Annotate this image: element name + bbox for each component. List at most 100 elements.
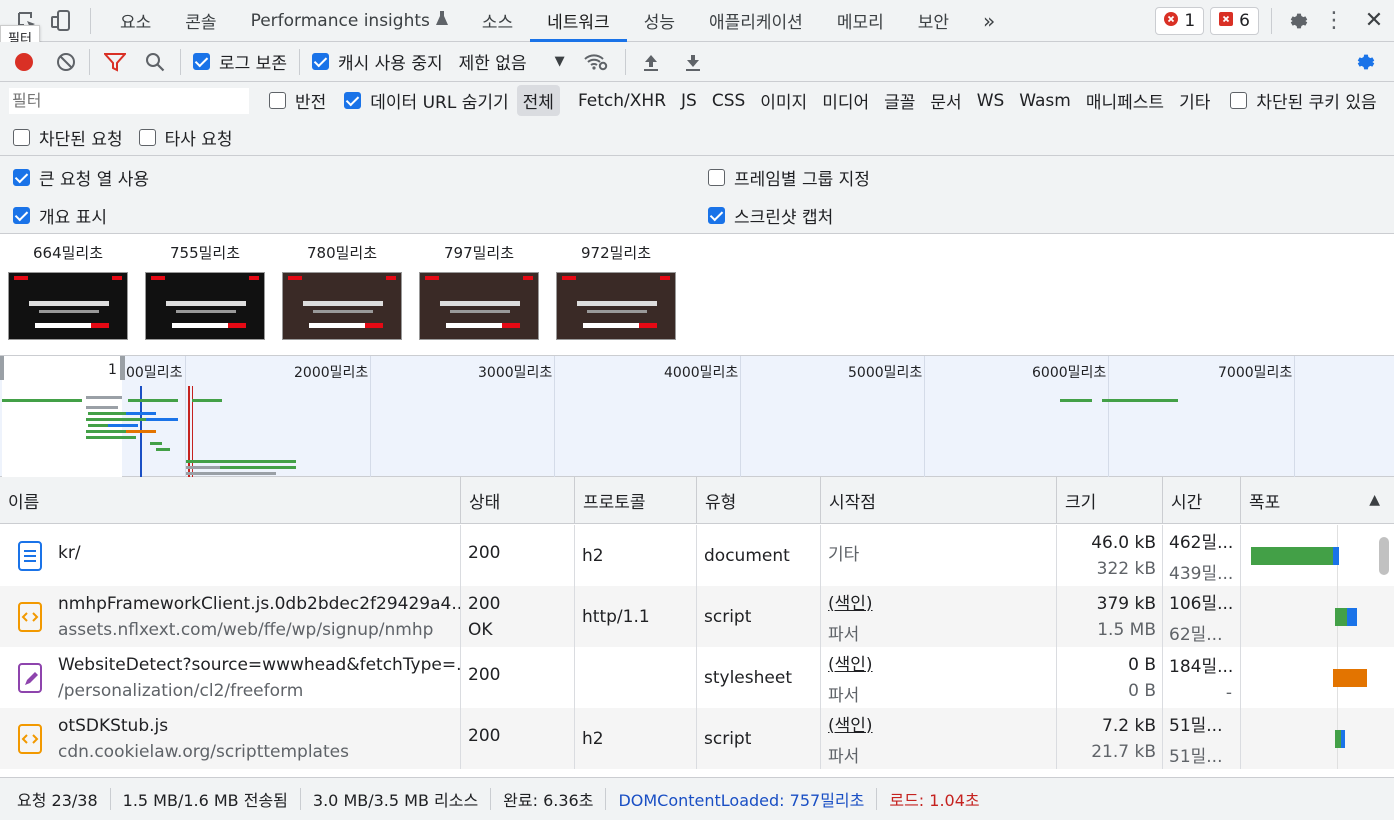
overview-tick: 1 [108, 362, 117, 378]
waterfall-bar-track [1241, 647, 1393, 708]
tab-performance[interactable]: 성능 [627, 0, 692, 42]
overview-selection-window[interactable] [2, 356, 122, 477]
tab-application[interactable]: 애플리케이션 [692, 0, 820, 42]
settings-gear-icon[interactable] [1284, 10, 1314, 32]
show-overview-checkbox[interactable] [13, 207, 30, 224]
initiator-link[interactable]: (색인) [828, 711, 1056, 736]
issue-flag-icon [1219, 11, 1234, 31]
filter-input[interactable] [9, 87, 249, 114]
column-header-size[interactable]: 크기 [1057, 476, 1163, 524]
show-overview-label: 개요 표시 [39, 208, 107, 228]
column-header-time[interactable]: 시간 [1163, 476, 1241, 524]
cell-protocol: h2 [575, 525, 697, 586]
search-icon[interactable] [142, 52, 168, 72]
third-party-checkbox[interactable] [138, 129, 156, 146]
device-toolbar-icon[interactable] [44, 9, 78, 33]
resource-size: 1.5 MB [1097, 619, 1156, 640]
tab-sources[interactable]: 소스 [465, 0, 530, 42]
network-conditions-icon[interactable] [579, 52, 613, 72]
table-row[interactable]: nmhpFrameworkClient.js.0db2bdec2f29429a4… [0, 586, 1394, 647]
close-icon[interactable]: ✕ [1354, 8, 1394, 33]
column-header-type[interactable]: 유형 [697, 476, 821, 524]
column-header-status[interactable]: 상태 [461, 476, 575, 524]
group-by-frame-checkbox[interactable] [708, 169, 725, 186]
overview-request-bar [88, 412, 126, 415]
overview-request-bar [220, 466, 296, 469]
hide-data-urls-checkbox[interactable] [344, 92, 362, 109]
latency-time: 62밀... [1169, 624, 1223, 645]
filter-funnel-icon[interactable] [102, 52, 128, 72]
filter-type-ws[interactable]: WS [971, 88, 1011, 114]
request-name: otSDKStub.js [58, 715, 169, 736]
filmstrip-frame[interactable]: 797밀리초 [419, 242, 539, 340]
tab-memory[interactable]: 메모리 [820, 0, 901, 42]
hide-data-urls-label: 데이터 URL 숨기기 [370, 93, 509, 113]
frame-thumbnail [8, 272, 128, 340]
sort-ascending-icon: ▲ [1369, 492, 1380, 508]
clear-icon[interactable] [55, 51, 77, 73]
column-header-protocol[interactable]: 프로토콜 [575, 476, 697, 524]
filter-type-img[interactable]: 이미지 [754, 85, 813, 116]
filmstrip-frame[interactable]: 780밀리초 [282, 242, 402, 340]
waterfall-bar-track [1241, 586, 1393, 647]
tab-security[interactable]: 보안 [901, 0, 966, 42]
network-settings-gear-icon[interactable] [1351, 51, 1381, 73]
type-value: script [704, 606, 752, 627]
overview-tick: 4000밀리초 [664, 365, 739, 381]
filter-type-wasm[interactable]: Wasm [1013, 88, 1077, 114]
filter-type-css[interactable]: CSS [706, 88, 751, 114]
third-party-label: 타사 요청 [164, 130, 233, 150]
filter-type-other[interactable]: 기타 [1173, 85, 1216, 116]
invert-checkbox[interactable] [269, 92, 286, 109]
overview-request-bar [88, 424, 108, 427]
cell-time: 106밀... 62밀... [1163, 586, 1241, 647]
export-har-download-icon[interactable] [680, 52, 706, 72]
filmstrip-frame[interactable]: 972밀리초 [556, 242, 676, 340]
disable-cache-checkbox[interactable] [311, 53, 329, 70]
import-har-upload-icon[interactable] [638, 52, 664, 72]
cell-initiator: (색인) 파서 [821, 708, 1057, 769]
filter-type-fetch-xhr[interactable]: Fetch/XHR [572, 88, 672, 114]
blocked-cookies-checkbox[interactable] [1230, 92, 1248, 109]
column-header-name[interactable]: 이름 [0, 476, 461, 524]
tab-network[interactable]: 네트워크 [530, 0, 627, 42]
tab-elements[interactable]: 요소 [103, 0, 168, 42]
tab-console[interactable]: 콘솔 [168, 0, 233, 42]
filmstrip-frame[interactable]: 755밀리초 [145, 242, 265, 340]
overview-request-bar [186, 466, 222, 469]
initiator-link[interactable]: 기타 [828, 540, 1056, 565]
filter-type-media[interactable]: 미디어 [816, 85, 875, 116]
blocked-requests-checkbox[interactable] [13, 129, 30, 146]
tab-performance-insights[interactable]: Performance insights [234, 0, 465, 42]
table-row[interactable]: otSDKStub.js cdn.cookielaw.org/scripttem… [0, 708, 1394, 769]
grid-line [370, 356, 371, 477]
record-stop-icon[interactable] [13, 52, 35, 72]
error-count-badge[interactable]: 1 [1155, 6, 1205, 35]
column-header-initiator[interactable]: 시작점 [821, 476, 1057, 524]
table-row[interactable]: WebsiteDetect?source=wwwhead&fetchType=.… [0, 647, 1394, 708]
filter-type-font[interactable]: 글꼴 [878, 85, 921, 116]
issues-count-badge[interactable]: 6 [1210, 6, 1259, 35]
filter-type-js[interactable]: JS [675, 88, 703, 114]
cell-size: 7.2 kB 21.7 kB [1057, 708, 1163, 769]
table-scrollbar[interactable] [1379, 537, 1389, 575]
more-options-icon[interactable]: ⋮ [1314, 8, 1354, 33]
initiator-link[interactable]: (색인) [828, 650, 1056, 675]
initiator-link[interactable]: (색인) [828, 589, 1056, 614]
capture-screenshots-checkbox[interactable] [708, 207, 725, 224]
filmstrip-frame[interactable]: 664밀리초 [8, 242, 128, 340]
throttling-select[interactable]: 제한 없음 ▼ [459, 49, 565, 74]
filter-type-doc[interactable]: 문서 [924, 85, 967, 116]
network-overview-timeline[interactable]: 1 00밀리초 2000밀리초 3000밀리초 4000밀리초 5000밀리초 … [0, 356, 1394, 477]
selection-handle-left[interactable] [0, 356, 4, 380]
filter-type-all[interactable]: 전체 [516, 85, 560, 116]
more-tabs-chevron-icon[interactable]: » [966, 0, 1012, 42]
table-row[interactable]: kr/ 200 h2 document 기타 46.0 kB 322 kB 46… [0, 525, 1394, 586]
filter-type-manifest[interactable]: 매니페스트 [1080, 85, 1170, 116]
column-header-waterfall[interactable]: 폭포 ▲ [1241, 477, 1394, 524]
selection-handle-right[interactable] [120, 356, 125, 380]
big-request-rows-checkbox[interactable] [13, 169, 30, 186]
preserve-log-checkbox[interactable] [193, 53, 210, 70]
tab-label: Performance insights [250, 10, 430, 31]
network-summary-bar: 요청 23/38 1.5 MB/1.6 MB 전송됨 3.0 MB/3.5 MB… [0, 777, 1394, 820]
